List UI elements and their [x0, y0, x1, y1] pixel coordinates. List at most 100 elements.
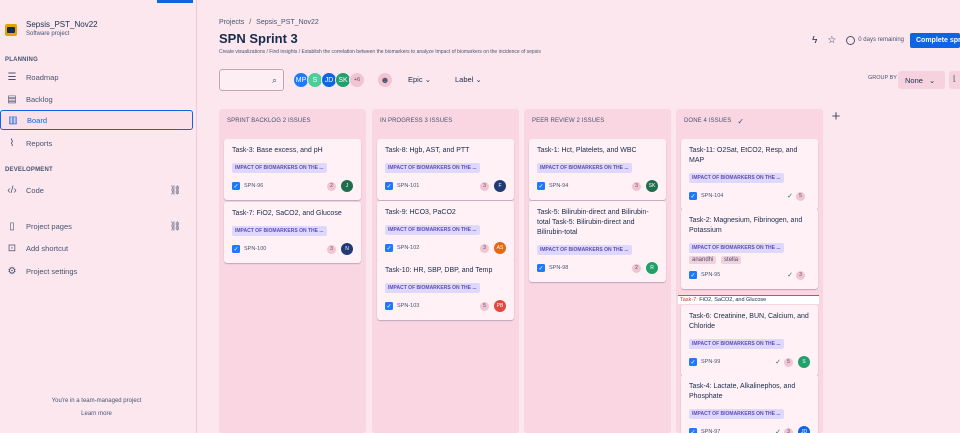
assignee-avatar[interactable]: N — [341, 243, 353, 255]
issue-card[interactable]: Task-4: Lactate, Alkalinephos, and Phosp… — [681, 375, 818, 433]
clock-icon — [846, 35, 856, 45]
card-title: Task-7: FiO2, SaCO2, and Glucose — [232, 210, 342, 217]
sidebar-item-add-shortcut[interactable]: ⊡ Add shortcut — [0, 238, 193, 258]
sidebar-item-label: Code — [26, 185, 44, 195]
more-avatars-button[interactable]: +6 — [349, 72, 365, 88]
task-type-icon: ✓ — [385, 302, 393, 310]
story-points-badge: 2 — [327, 181, 336, 191]
issue-card[interactable]: Task-11: O2Sat, EtCO2, Resp, and MAP IMP… — [681, 139, 818, 210]
backlog-icon: ▤ — [7, 93, 17, 105]
issue-key[interactable]: SPN-102 — [397, 245, 419, 251]
assignee-avatar[interactable]: S — [798, 356, 810, 368]
drag-preview: Task-7: FiO2, SaCO2, and Glucose — [678, 295, 819, 304]
search-input[interactable]: ⌕ — [219, 69, 284, 91]
epic-filter[interactable]: Epic ⌄ — [408, 75, 431, 84]
breadcrumb-separator: / — [249, 19, 252, 26]
breadcrumb-project[interactable]: Sepsis_PST_Nov22 — [256, 19, 319, 26]
issue-key[interactable]: SPN-98 — [549, 265, 568, 271]
sidebar-item-code[interactable]: ‹/› Code ⛓ — [0, 180, 193, 200]
sidebar-item-reports[interactable]: ⌇ Reports — [0, 133, 193, 153]
issue-card[interactable]: Task-9: HCO3, PaCO2 IMPACT OF BIOMARKERS… — [377, 201, 514, 262]
story-points-badge: 3 — [327, 244, 336, 254]
project-header[interactable]: Sepsis_PST_Nov22 Software project — [5, 20, 98, 37]
column-sprint-backlog: SPRINT BACKLOG 2 ISSUES Task-3: Base exc… — [219, 109, 366, 433]
insights-icon[interactable]: ⌊ — [949, 71, 960, 89]
issue-card[interactable]: Task-6: Creatinine, BUN, Calcium, and Ch… — [681, 305, 818, 376]
card-title: Task-3: Base excess, and pH — [232, 147, 323, 154]
issue-key[interactable]: SPN-101 — [397, 183, 419, 189]
issue-key[interactable]: SPN-104 — [701, 193, 723, 199]
add-column-button[interactable]: + — [827, 109, 845, 127]
assignee-avatar[interactable]: F — [494, 180, 506, 192]
task-type-icon: ✓ — [232, 182, 240, 190]
issue-card[interactable]: Task-3: Base excess, and pH IMPACT OF BI… — [224, 139, 361, 200]
issue-card[interactable]: Task-7: FiO2, SaCO2, and Glucose IMPACT … — [224, 202, 361, 263]
add-people-icon[interactable]: ☻ — [377, 72, 393, 88]
assignee-avatar[interactable]: SK — [646, 180, 658, 192]
card-title: Task-5: Bilirubin-direct and Bilirubin-t… — [537, 209, 649, 236]
issue-key[interactable]: SPN-99 — [701, 359, 720, 365]
pages-icon: ▯ — [9, 220, 15, 232]
issue-key[interactable]: SPN-95 — [701, 272, 720, 278]
column-header: SPRINT BACKLOG 2 ISSUES — [227, 118, 311, 124]
unlink-icon[interactable]: ⛓ — [170, 185, 181, 196]
issue-key[interactable]: SPN-96 — [244, 183, 263, 189]
issue-card[interactable]: Task-8: Hgb, AST, and PTT IMPACT OF BIOM… — [377, 139, 514, 200]
sidebar-item-roadmap[interactable]: ☰ Roadmap — [0, 67, 193, 87]
story-points-badge: 5 — [796, 191, 805, 201]
settings-icon: ⚙ — [7, 265, 17, 277]
avatar-initials: SK — [338, 76, 348, 84]
chevron-down-icon: ⌄ — [475, 75, 482, 84]
issue-key[interactable]: SPN-103 — [397, 303, 419, 309]
sidebar-item-board[interactable]: ▥ Board — [0, 110, 193, 130]
planning-heading: PLANNING — [5, 57, 38, 63]
label-filter-label: Label — [455, 75, 474, 84]
learn-more-link[interactable]: Learn more — [0, 411, 193, 417]
sidebar-item-project-settings[interactable]: ⚙ Project settings — [0, 261, 193, 281]
issue-key[interactable]: SPN-97 — [701, 429, 720, 433]
issue-key[interactable]: SPN-100 — [244, 246, 266, 252]
header-actions: ϟ ☆ 0 days remaining Complete sprint — [812, 32, 960, 48]
card-title: Task-8: Hgb, AST, and PTT — [385, 147, 470, 154]
group-by-select[interactable]: None ⌄ — [898, 71, 945, 89]
star-icon[interactable]: ☆ — [827, 35, 836, 46]
sidebar-item-project-pages[interactable]: ▯ Project pages ⛓ — [0, 216, 193, 236]
sidebar-item-label: Project settings — [26, 266, 78, 276]
project-type: Software project — [26, 31, 70, 37]
unlink-icon[interactable]: ⛓ — [170, 221, 181, 232]
lightning-icon[interactable]: ϟ — [812, 35, 817, 46]
issue-card[interactable]: Task-5: Bilirubin-direct and Bilirubin-t… — [529, 201, 666, 282]
epic-badge: IMPACT OF BIOMARKERS ON THE ... — [689, 243, 784, 253]
assignee-avatar[interactable]: J — [341, 180, 353, 192]
epic-badge: IMPACT OF BIOMARKERS ON THE ... — [385, 225, 480, 235]
issue-card[interactable]: Task-10: HR, SBP, DBP, and Temp IMPACT O… — [377, 259, 514, 320]
story-points-badge: 3 — [480, 243, 489, 253]
breadcrumb-projects[interactable]: Projects — [219, 19, 244, 26]
sidebar-item-label: Backlog — [26, 94, 53, 104]
column-in-progress: IN PROGRESS 3 ISSUES Task-8: Hgb, AST, a… — [372, 109, 519, 433]
column-done: DONE 4 ISSUES ✓ Task-11: O2Sat, EtCO2, R… — [676, 109, 823, 433]
issue-card[interactable]: Task-1: Hct, Platelets, and WBC IMPACT O… — [529, 139, 666, 200]
code-icon: ‹/› — [7, 184, 17, 196]
card-title: Task-11: O2Sat, EtCO2, Resp, and MAP — [689, 147, 798, 164]
days-remaining: 0 days remaining — [846, 35, 904, 45]
project-name: Sepsis_PST_Nov22 — [26, 20, 98, 29]
reports-icon: ⌇ — [9, 137, 15, 149]
assignee-avatar[interactable]: R — [646, 262, 658, 274]
sidebar-item-backlog[interactable]: ▤ Backlog — [0, 89, 193, 109]
story-points-badge: 5 — [784, 357, 793, 367]
task-type-icon: ✓ — [689, 271, 697, 279]
assignee-avatar[interactable]: PB — [494, 300, 506, 312]
card-title: Task-10: HR, SBP, DBP, and Temp — [385, 267, 493, 274]
label-filter[interactable]: Label ⌄ — [455, 75, 482, 84]
issue-card[interactable]: Task-2: Magnesium, Fibrinogen, and Potas… — [681, 209, 818, 289]
issue-key[interactable]: SPN-94 — [549, 183, 568, 189]
epic-badge: IMPACT OF BIOMARKERS ON THE ... — [385, 163, 480, 173]
complete-sprint-button[interactable]: Complete sprint — [910, 32, 960, 48]
epic-badge: IMPACT OF BIOMARKERS ON THE ... — [689, 173, 784, 183]
task-type-icon: ✓ — [385, 244, 393, 252]
assignee-avatar[interactable]: AS — [494, 242, 506, 254]
column-peer-review: PEER REVIEW 2 ISSUES Task-1: Hct, Platel… — [524, 109, 671, 433]
assignee-avatar[interactable]: JD — [798, 426, 810, 433]
page-title: SPN Sprint 3 — [219, 31, 298, 46]
